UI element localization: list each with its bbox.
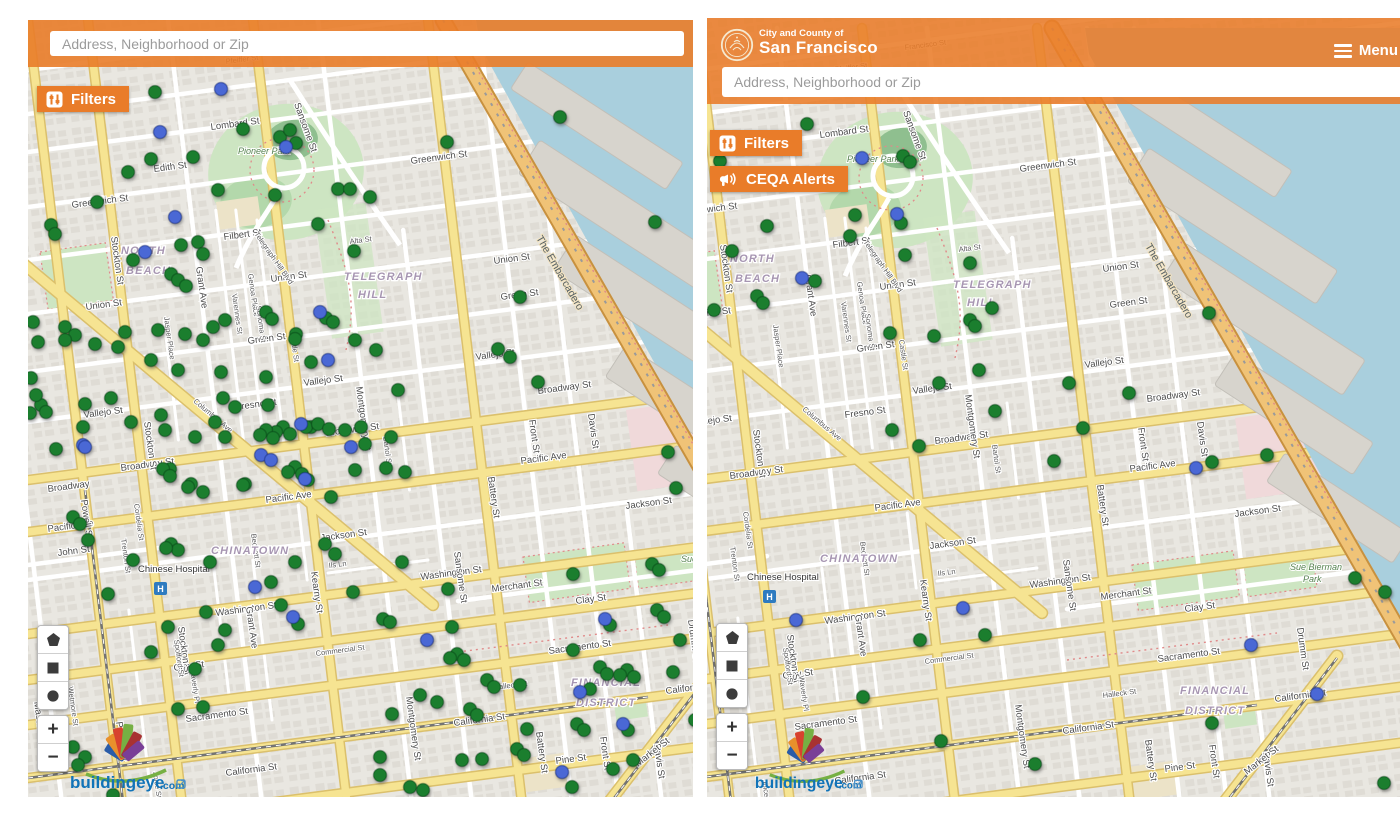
search-input[interactable] bbox=[50, 31, 684, 56]
draw-tools bbox=[716, 623, 748, 708]
ceqa-alerts-button[interactable]: CEQA Alerts bbox=[710, 166, 848, 192]
filters-icon bbox=[719, 135, 736, 151]
svg-text:HILL: HILL bbox=[358, 289, 387, 301]
draw-square-button[interactable] bbox=[38, 654, 68, 682]
svg-text:BEACH: BEACH bbox=[735, 273, 780, 285]
square-icon bbox=[47, 662, 59, 673]
svg-text:CHINATOWN: CHINATOWN bbox=[820, 553, 898, 565]
brand-block: City and County of San Francisco bbox=[759, 28, 878, 58]
svg-text:Sue Bierman: Sue Bierman bbox=[681, 554, 693, 564]
brand-big: San Francisco bbox=[759, 38, 878, 58]
page: HPfeiffer StFrancisco StLombard StEdith … bbox=[0, 0, 1400, 824]
filters-button[interactable]: Filters bbox=[710, 130, 803, 156]
megaphone-icon bbox=[719, 172, 736, 186]
svg-text:H: H bbox=[766, 592, 773, 602]
zoom-out-button[interactable]: − bbox=[38, 744, 68, 771]
svg-text:Park: Park bbox=[1303, 574, 1322, 584]
svg-text:FINANCIAL: FINANCIAL bbox=[1180, 685, 1250, 697]
svg-text:Sue Bierman: Sue Bierman bbox=[1290, 562, 1342, 572]
sf-city-seal-icon bbox=[720, 28, 754, 62]
menu-button[interactable]: Menu bbox=[1333, 41, 1398, 61]
svg-text:TELEGRAPH: TELEGRAPH bbox=[344, 271, 423, 283]
circle-icon bbox=[726, 687, 738, 700]
svg-text:TELEGRAPH: TELEGRAPH bbox=[953, 279, 1032, 291]
draw-circle-button[interactable] bbox=[38, 682, 68, 709]
zoom-controls: + − bbox=[37, 715, 69, 772]
logo-tld: .com bbox=[839, 781, 862, 792]
circle-icon bbox=[47, 689, 59, 702]
zoom-in-button[interactable]: + bbox=[717, 714, 747, 742]
zoom-in-button[interactable]: + bbox=[38, 716, 68, 744]
square-icon bbox=[726, 660, 738, 671]
filters-button[interactable]: Filters bbox=[37, 86, 130, 112]
zoom-controls: + − bbox=[716, 713, 748, 770]
logo-tld: .com bbox=[160, 780, 185, 792]
filters-icon bbox=[46, 91, 63, 107]
draw-pentagon-button[interactable] bbox=[38, 626, 68, 654]
draw-circle-button[interactable] bbox=[717, 680, 747, 707]
pentagon-icon bbox=[46, 633, 60, 646]
zoom-out-button[interactable]: − bbox=[717, 742, 747, 769]
map-panel-right[interactable]: HPfeiffer StFrancisco StLombard StEdith … bbox=[707, 18, 1400, 797]
logo-text: buildingeye bbox=[70, 773, 164, 792]
filters-label: Filters bbox=[744, 134, 790, 152]
logo-text: buildingeye bbox=[755, 775, 843, 792]
draw-square-button[interactable] bbox=[717, 652, 747, 680]
menu-label: Menu bbox=[1358, 42, 1398, 60]
search-bar-left bbox=[28, 20, 693, 67]
hamburger-icon bbox=[1333, 41, 1352, 61]
buildingeye-logo[interactable]: buildingeye .com bbox=[753, 722, 863, 792]
map-panel-left[interactable]: HPfeiffer StFrancisco StLombard StEdith … bbox=[28, 20, 693, 797]
filters-label: Filters bbox=[71, 90, 117, 108]
svg-text:Chinese Hospital: Chinese Hospital bbox=[138, 564, 210, 575]
svg-text:DISTRICT: DISTRICT bbox=[576, 697, 636, 709]
svg-text:DISTRICT: DISTRICT bbox=[1185, 705, 1245, 717]
buildingeye-logo[interactable]: buildingeye .com bbox=[68, 718, 186, 792]
draw-tools bbox=[37, 625, 69, 710]
ceqa-label: CEQA Alerts bbox=[746, 170, 835, 188]
draw-pentagon-button[interactable] bbox=[717, 624, 747, 652]
search-input[interactable] bbox=[722, 67, 1400, 97]
svg-text:Chinese Hospital: Chinese Hospital bbox=[747, 572, 819, 583]
sf-header: City and County of San Francisco Menu bbox=[707, 18, 1400, 104]
svg-text:H: H bbox=[157, 584, 164, 594]
svg-text:CHINATOWN: CHINATOWN bbox=[211, 545, 289, 557]
pentagon-icon bbox=[725, 631, 739, 644]
